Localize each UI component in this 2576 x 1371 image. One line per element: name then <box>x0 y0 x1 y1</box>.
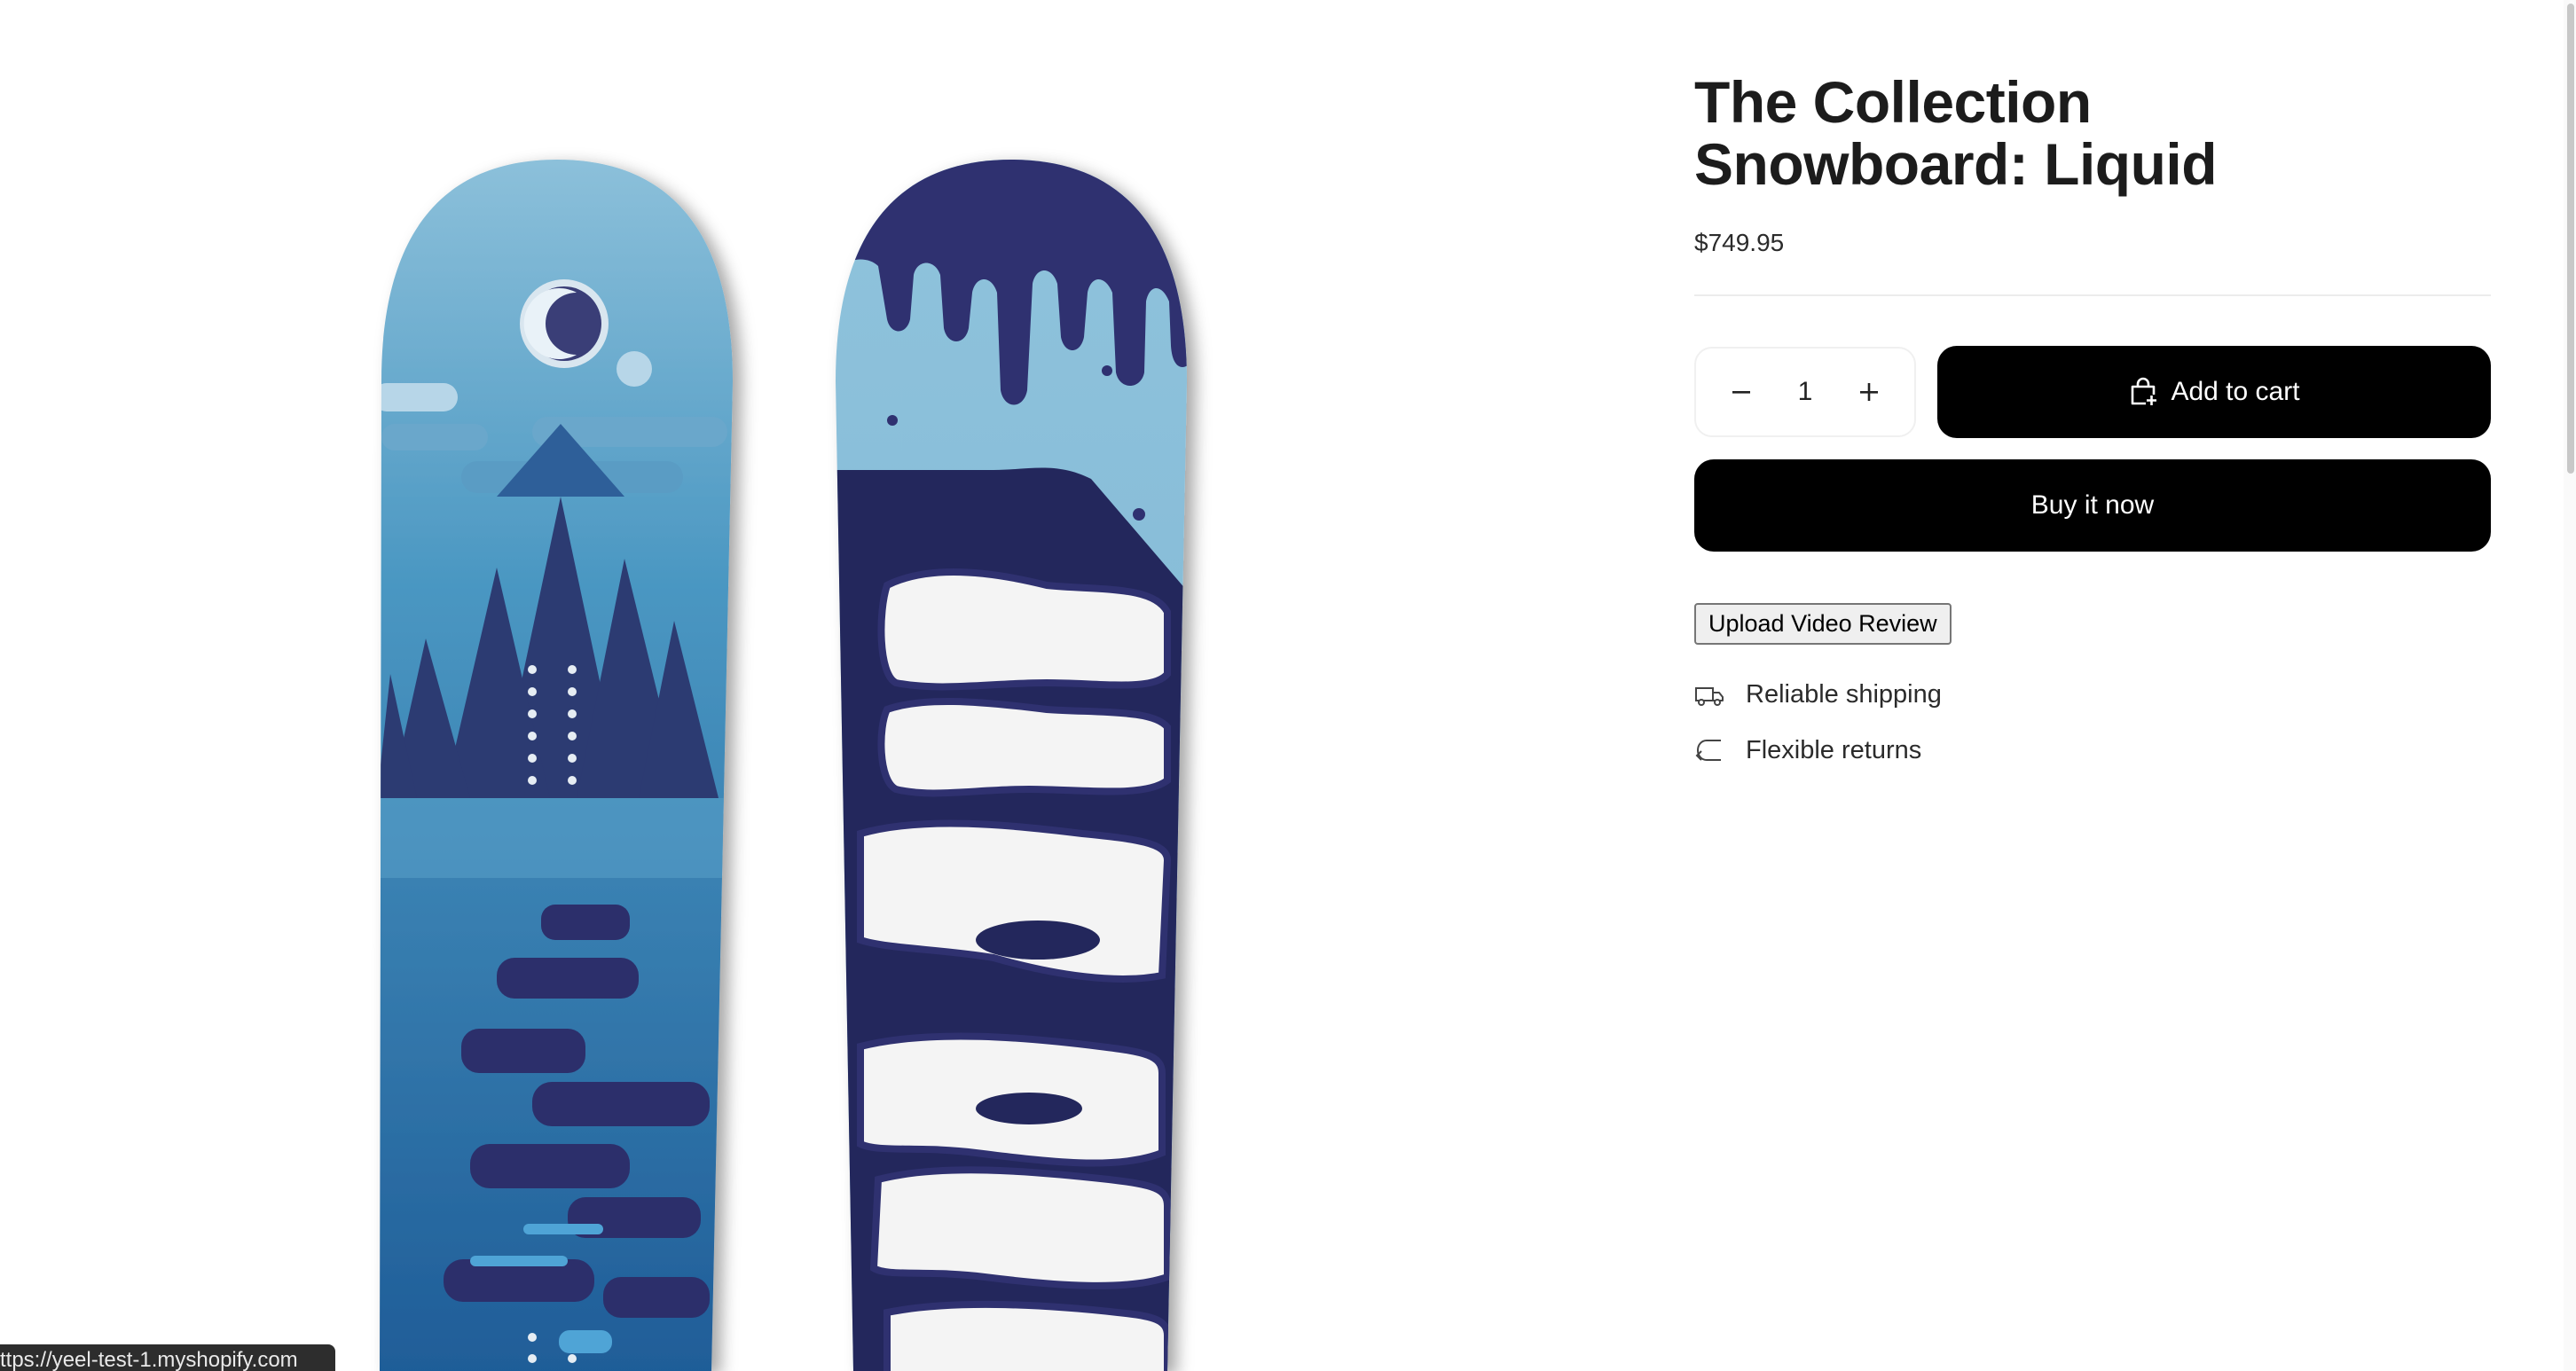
plus-icon <box>1860 383 1878 401</box>
feature-reliable-shipping: Reliable shipping <box>1694 680 2491 709</box>
quantity-stepper <box>1694 347 1916 437</box>
scrollbar-thumb[interactable] <box>2567 4 2574 474</box>
minus-icon <box>1732 391 1750 394</box>
product-image[interactable] <box>0 0 1623 1371</box>
truck-icon <box>1695 686 1724 706</box>
purchase-row: Add to cart <box>1694 346 2491 438</box>
scrollbar[interactable] <box>2564 0 2576 1371</box>
quantity-input[interactable] <box>1768 376 1842 408</box>
buy-it-now-button[interactable]: Buy it now <box>1694 459 2491 552</box>
product-price: $749.95 <box>1694 229 1785 256</box>
add-to-cart-label: Add to cart <box>2171 377 2300 406</box>
return-arrow-icon <box>1695 739 1721 761</box>
snowboard-right <box>836 160 1187 1371</box>
quantity-increase-button[interactable] <box>1847 370 1891 414</box>
upload-video-review-button[interactable]: Upload Video Review <box>1694 603 1952 645</box>
product-title: The Collection Snowboard: Liquid <box>1694 69 2218 197</box>
divider <box>1694 294 2491 296</box>
feature-label: Flexible returns <box>1746 736 1922 764</box>
add-to-cart-button[interactable]: Add to cart <box>1937 346 2491 438</box>
cart-add-icon <box>2132 377 2158 406</box>
feature-label: Reliable shipping <box>1746 680 1942 709</box>
product-media <box>0 0 1623 1371</box>
product-info: The Collection Snowboard: Liquid $749.95 <box>1694 71 2491 765</box>
status-bar-url: ttps://yeel-test-1.myshopify.com <box>0 1344 335 1371</box>
buy-it-now-label: Buy it now <box>2030 490 2155 520</box>
feature-flexible-returns: Flexible returns <box>1694 736 2491 765</box>
quantity-decrease-button[interactable] <box>1719 370 1763 414</box>
snowboard-left <box>380 160 733 1371</box>
